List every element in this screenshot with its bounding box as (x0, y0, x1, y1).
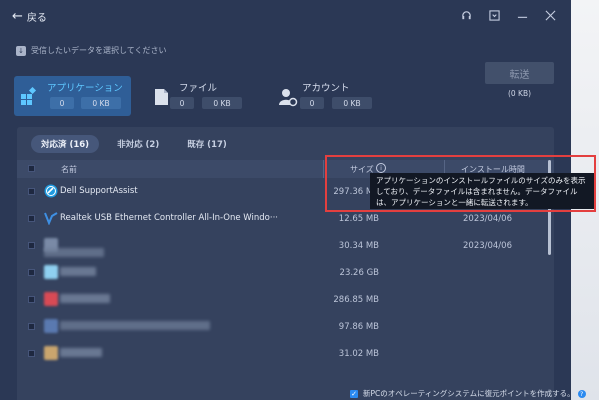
app-name: Realtek USB Ethernet Controller All-In-O… (60, 213, 278, 223)
table-row[interactable]: 286.85 MB (17, 286, 547, 313)
category-count: 0 (50, 97, 74, 109)
app-list: Dell SupportAssist 297.36 MB Realtek USB… (17, 178, 547, 400)
row-checkbox[interactable] (28, 215, 35, 222)
app-size: 97.86 MB (338, 322, 379, 332)
table-row[interactable]: 23.26 GB (17, 259, 547, 286)
help-icon[interactable]: ? (577, 389, 586, 398)
row-checkbox[interactable] (28, 188, 35, 195)
redacted-name (60, 294, 110, 303)
table-row[interactable]: 30.34 MB 2023/04/06 (17, 232, 547, 259)
size-info-tooltip: アプリケーションのインストールファイルのサイズのみを表示しており、データファイル… (370, 173, 594, 209)
app-install-date: 2023/04/06 (463, 214, 512, 224)
tab-existing[interactable]: 既存 (17) (177, 135, 237, 153)
column-name[interactable]: 名前 (61, 164, 77, 175)
app-size: 23.26 GB (339, 268, 379, 278)
category-count: 0 (300, 97, 324, 109)
category-title: ファイル (179, 83, 218, 94)
headset-icon[interactable] (459, 8, 473, 22)
apps-icon (21, 87, 37, 105)
download-icon: ↓ (16, 45, 26, 56)
realtek-icon (44, 212, 58, 225)
back-label: 戻る (26, 13, 47, 24)
select-data-hint: ↓ 受信したいデータを選択してください (16, 45, 167, 56)
redacted-name (44, 248, 104, 257)
dell-supportassist-icon (44, 184, 58, 198)
category-size: 0 KB (332, 97, 372, 109)
category-accounts[interactable]: アカウント 0 0 KB (272, 76, 382, 116)
app-size: 286.85 MB (333, 295, 379, 305)
redacted-name (60, 321, 210, 330)
download-box-icon[interactable] (487, 8, 501, 22)
category-size: 0 KB (202, 97, 242, 109)
category-count: 0 (170, 97, 194, 109)
table-row[interactable]: 31.02 MB (17, 340, 547, 367)
blurred-app-icon (44, 319, 58, 333)
redacted-name (60, 348, 102, 357)
title-bar: ← 戻る (0, 0, 571, 32)
account-gear-icon (279, 89, 298, 107)
table-row[interactable]: 97.86 MB (17, 313, 547, 340)
category-files[interactable]: ファイル 0 0 KB (146, 76, 256, 116)
category-applications[interactable]: アプリケーション 0 0 KB (14, 76, 131, 116)
close-icon[interactable] (543, 8, 557, 22)
category-title: アプリケーション (47, 83, 123, 94)
transfer-size: (0 KB) (507, 89, 532, 98)
row-checkbox[interactable] (28, 269, 35, 276)
table-row[interactable]: Realtek USB Ethernet Controller All-In-O… (17, 205, 547, 232)
minimize-icon[interactable] (515, 8, 529, 22)
row-checkbox[interactable] (28, 242, 35, 249)
restore-point-label: 新PCのオペレーティングシステムに復元ポイントを作成する。 (363, 389, 575, 398)
restore-point-checkbox[interactable]: ✓ (350, 389, 358, 398)
info-icon[interactable]: i (376, 163, 386, 173)
blurred-app-icon (44, 292, 58, 306)
category-title: アカウント (302, 83, 350, 94)
app-size: 30.34 MB (338, 241, 379, 251)
back-arrow-icon: ← (12, 8, 23, 24)
redacted-name (60, 267, 96, 276)
tab-supported[interactable]: 対応済 (16) (31, 135, 100, 153)
file-icon (155, 89, 168, 105)
app-size: 31.02 MB (338, 349, 379, 359)
app-size: 12.65 MB (338, 214, 379, 224)
row-checkbox[interactable] (28, 350, 35, 357)
blurred-app-icon (44, 265, 58, 279)
tab-unsupported[interactable]: 非対応 (2) (107, 135, 169, 153)
row-checkbox[interactable] (28, 296, 35, 303)
select-all-checkbox[interactable] (28, 165, 35, 172)
filter-tabs: 対応済 (16) 非対応 (2) 既存 (17) (17, 135, 245, 153)
restore-point-option[interactable]: ✓ 新PCのオペレーティングシステムに復元ポイントを作成する。 ? (350, 388, 586, 399)
back-button[interactable]: ← 戻る (12, 8, 47, 25)
app-name: Dell SupportAssist (60, 186, 138, 196)
blurred-app-icon (44, 346, 58, 360)
transfer-button[interactable]: 転送 (485, 62, 554, 84)
category-size: 0 KB (81, 97, 121, 109)
hint-text: 受信したいデータを選択してください (31, 46, 167, 55)
app-install-date: 2023/04/06 (463, 241, 512, 251)
row-checkbox[interactable] (28, 323, 35, 330)
